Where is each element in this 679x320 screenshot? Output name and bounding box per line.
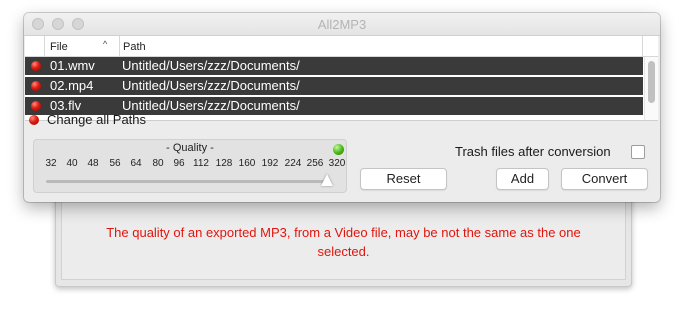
table-header: File ^ Path <box>25 36 658 57</box>
table-row[interactable]: 02.mp4 Untitled/Users/zzz/Documents/ <box>25 77 643 97</box>
quality-tick-label: 112 <box>193 158 209 169</box>
path-cell: Untitled/Users/zzz/Documents/ <box>122 78 300 93</box>
all2mp3-window: All2MP3 File ^ Path 01.wmv Untitled/User… <box>24 13 660 202</box>
red-status-icon <box>31 61 41 71</box>
reset-button[interactable]: Reset <box>360 168 447 190</box>
quality-tick-label: 320 <box>328 158 346 169</box>
file-table[interactable]: File ^ Path 01.wmv Untitled/Users/zzz/Do… <box>25 36 658 121</box>
path-cell: Untitled/Users/zzz/Documents/ <box>122 98 300 113</box>
add-button[interactable]: Add <box>496 168 549 190</box>
quality-tick-label: 256 <box>306 158 324 169</box>
trash-files-checkbox[interactable] <box>631 145 645 159</box>
quality-tick-label: 56 <box>109 158 121 169</box>
red-status-icon <box>31 81 41 91</box>
quality-warning-message: The quality of an exported MP3, from a V… <box>106 225 581 259</box>
quality-tick-label: 160 <box>238 158 256 169</box>
path-column-header[interactable]: Path <box>123 39 146 55</box>
quality-tick-label: 224 <box>284 158 302 169</box>
window-title: All2MP3 <box>317 17 367 32</box>
table-scrollbar[interactable] <box>644 57 658 120</box>
table-rows: 01.wmv Untitled/Users/zzz/Documents/ 02.… <box>25 57 643 117</box>
quality-tick-label: 32 <box>45 158 57 169</box>
path-cell: Untitled/Users/zzz/Documents/ <box>122 58 300 73</box>
table-row[interactable]: 01.wmv Untitled/Users/zzz/Documents/ <box>25 57 643 77</box>
quality-tick-label: 40 <box>66 158 78 169</box>
title-bar[interactable]: All2MP3 <box>24 13 660 36</box>
green-status-icon <box>333 144 344 155</box>
file-name-cell: 03.flv <box>50 98 82 113</box>
column-divider[interactable] <box>119 36 120 56</box>
red-status-icon <box>31 101 41 111</box>
quality-panel: - Quality - 32 40 48 56 64 80 96 112 128… <box>33 139 347 193</box>
quality-tick-label: 192 <box>261 158 279 169</box>
message-panel: The quality of an exported MP3, from a V… <box>61 201 626 280</box>
quality-slider-track[interactable] <box>46 180 328 183</box>
quality-tick-label: 64 <box>130 158 142 169</box>
file-name-cell: 02.mp4 <box>50 78 94 93</box>
change-all-paths-label[interactable]: Change all Paths <box>47 112 146 127</box>
quality-tick-label: 80 <box>152 158 164 169</box>
red-status-icon[interactable] <box>29 115 39 125</box>
background-window: The quality of an exported MP3, from a V… <box>55 190 632 287</box>
status-column-header[interactable] <box>25 36 45 56</box>
trash-files-label: Trash files after conversion <box>455 144 611 159</box>
quality-tick-label: 96 <box>173 158 185 169</box>
quality-title: - Quality - <box>166 142 214 154</box>
scrollbar-thumb[interactable] <box>648 61 655 103</box>
quality-tick-label: 128 <box>215 158 233 169</box>
quality-tick-label: 48 <box>87 158 99 169</box>
sort-ascending-icon: ^ <box>103 39 108 49</box>
quality-slider-thumb[interactable] <box>321 174 333 186</box>
column-divider <box>642 36 643 56</box>
file-name-cell: 01.wmv <box>50 58 95 73</box>
convert-button[interactable]: Convert <box>561 168 648 190</box>
